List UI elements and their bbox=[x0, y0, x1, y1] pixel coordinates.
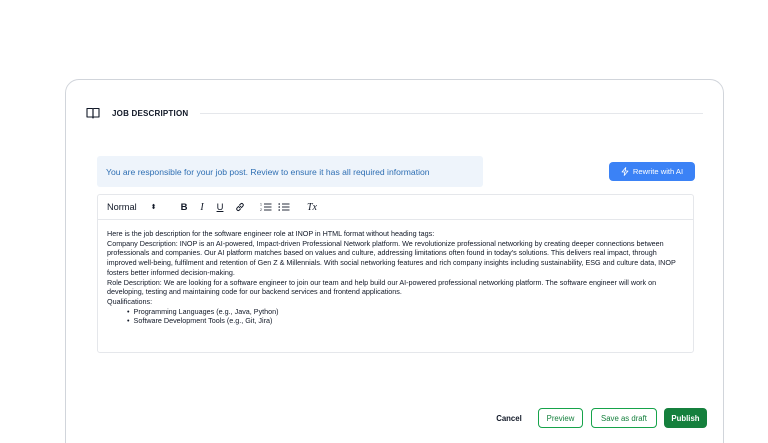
bolt-icon bbox=[621, 167, 629, 176]
editor-content[interactable]: Here is the job description for the soft… bbox=[98, 220, 693, 326]
review-notice: You are responsible for your job post. R… bbox=[97, 156, 483, 187]
preview-button[interactable]: Preview bbox=[538, 408, 583, 428]
content-paragraph: Role Description: We are looking for a s… bbox=[107, 277, 657, 297]
link-icon bbox=[236, 202, 244, 212]
link-button[interactable] bbox=[229, 200, 251, 214]
format-select-value: Normal bbox=[107, 202, 137, 212]
bullet-list-button[interactable] bbox=[275, 200, 293, 214]
bold-button[interactable]: B bbox=[175, 200, 193, 214]
list-item: Software Development Tools (e.g., Git, J… bbox=[127, 316, 684, 326]
list-item: Programming Languages (e.g., Java, Pytho… bbox=[127, 307, 684, 317]
rewrite-with-ai-button[interactable]: Rewrite with AI bbox=[609, 162, 695, 181]
select-arrows-icon: ⬍ bbox=[150, 204, 157, 211]
publish-button[interactable]: Publish bbox=[664, 408, 707, 428]
svg-text:1: 1 bbox=[260, 203, 262, 207]
svg-text:2: 2 bbox=[260, 208, 262, 212]
clear-formatting-button[interactable]: Tx bbox=[301, 200, 323, 214]
ordered-list-icon: 1 2 bbox=[260, 203, 272, 212]
book-open-icon bbox=[86, 107, 100, 119]
rewrite-label: Rewrite with AI bbox=[632, 167, 684, 176]
italic-button[interactable]: I bbox=[193, 200, 211, 214]
form-actions: Cancel Preview Save as draft Publish bbox=[66, 408, 723, 430]
notice-text: You are responsible for your job post. R… bbox=[106, 166, 430, 177]
cancel-button[interactable]: Cancel bbox=[489, 408, 529, 428]
format-select[interactable]: Normal ⬍ bbox=[107, 200, 175, 214]
divider bbox=[200, 112, 703, 114]
section-header: JOB DESCRIPTION bbox=[86, 106, 703, 120]
content-paragraph: Company Description: INOP is an AI-power… bbox=[107, 238, 676, 277]
bullet-list-icon bbox=[278, 203, 290, 211]
section-title: JOB DESCRIPTION bbox=[112, 108, 189, 118]
content-paragraph: Here is the job description for the soft… bbox=[107, 229, 435, 238]
job-description-card: JOB DESCRIPTION You are responsible for … bbox=[65, 79, 724, 443]
rich-text-editor: Normal ⬍ B I U 1 2 Tx Here is the job de… bbox=[97, 194, 694, 353]
save-draft-button[interactable]: Save as draft bbox=[591, 408, 657, 428]
qualifications-list: Programming Languages (e.g., Java, Pytho… bbox=[127, 307, 684, 326]
ordered-list-button[interactable]: 1 2 bbox=[257, 200, 275, 214]
underline-button[interactable]: U bbox=[211, 200, 229, 214]
content-paragraph: Qualifications: bbox=[107, 296, 153, 306]
editor-toolbar: Normal ⬍ B I U 1 2 Tx bbox=[98, 195, 693, 220]
